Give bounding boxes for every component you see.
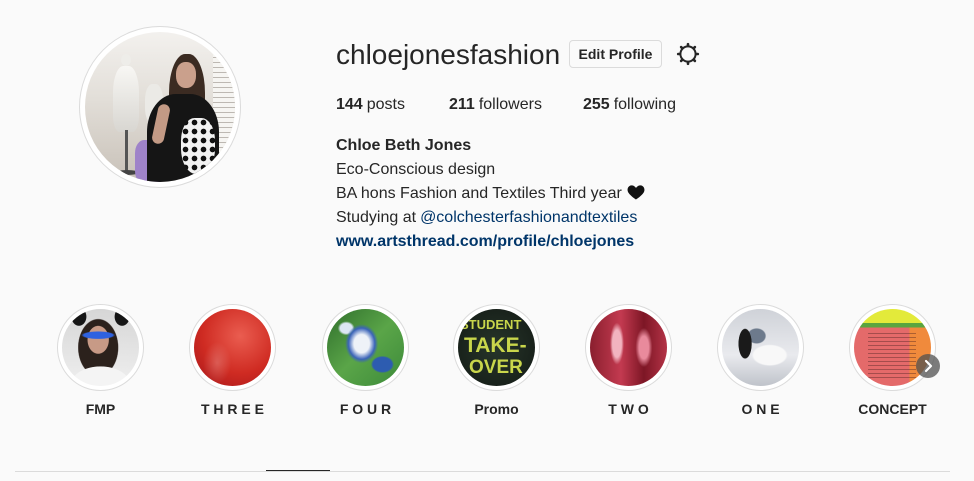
bio-line-2-text: BA hons Fashion and Textiles Third year	[336, 185, 622, 202]
posts-count: 144	[336, 96, 363, 113]
profile-username: chloejonesfashion	[336, 39, 561, 70]
highlight-ring	[717, 304, 804, 391]
website-link[interactable]: www.artsthread.com/profile/chloejones	[336, 230, 634, 254]
avatar-photo-mannequin	[113, 66, 139, 132]
avatar-photo-stand	[125, 130, 128, 174]
highlight-four[interactable]: F O U R	[308, 304, 423, 424]
edit-profile-button[interactable]: Edit Profile	[569, 40, 662, 68]
highlight-ring	[57, 304, 144, 391]
highlight-label: F O U R	[339, 401, 392, 417]
stat-followers[interactable]: 211 followers	[449, 95, 542, 115]
bio-studying-prefix: Studying at	[336, 209, 417, 226]
following-label: following	[613, 96, 676, 113]
highlight-thumbnail-fmp	[62, 309, 139, 386]
highlight-one[interactable]: O N E	[703, 304, 818, 424]
gear-icon[interactable]	[676, 42, 700, 66]
stat-posts: 144 posts	[336, 95, 405, 115]
full-name: Chloe Beth Jones	[336, 137, 472, 154]
highlight-label: O N E	[741, 401, 780, 417]
mention-link[interactable]: @colchesterfashionandtextiles	[420, 209, 637, 226]
highlight-thumbnail-promo: STUDENT TAKE- OVER	[458, 309, 535, 386]
highlight-thumbnail-three	[194, 309, 271, 386]
highlight-thumbnail-two	[590, 309, 667, 386]
bio-line-1: Eco-Conscious design	[336, 161, 496, 178]
highlight-fmp[interactable]: FMP	[43, 304, 158, 424]
tabs-divider	[15, 471, 950, 472]
highlight-ring	[322, 304, 409, 391]
chevron-right-icon	[924, 359, 933, 373]
stat-following[interactable]: 255 following	[583, 95, 676, 115]
posts-label: posts	[366, 96, 405, 113]
highlight-label: T W O	[608, 401, 649, 417]
highlight-ring: STUDENT TAKE- OVER	[453, 304, 540, 391]
avatar-photo-mannequin-head	[121, 54, 131, 66]
highlight-thumbnail-four	[327, 309, 404, 386]
followers-label: followers	[478, 96, 542, 113]
following-count: 255	[583, 96, 610, 113]
bio-line-2: BA hons Fashion and Textiles Third year	[336, 182, 646, 206]
highlights-next-button[interactable]	[916, 354, 940, 378]
avatar-photo-spotted-bag	[181, 118, 215, 174]
promo-cover-text: OVER	[469, 357, 523, 378]
highlight-promo[interactable]: STUDENT TAKE- OVER Promo	[439, 304, 554, 424]
highlight-label: CONCEPT	[858, 401, 927, 417]
highlight-thumbnail-one	[722, 309, 799, 386]
highlight-label: T H R E E	[200, 401, 264, 417]
highlight-label: FMP	[85, 401, 116, 417]
highlight-three[interactable]: T H R E E	[175, 304, 290, 424]
bio-line-3: Studying at @colchesterfashionandtextiles	[336, 206, 637, 230]
active-tab-indicator	[266, 470, 330, 471]
highlight-two[interactable]: T W O	[571, 304, 686, 424]
highlight-ring	[585, 304, 672, 391]
concept-thumbnail-text-block	[868, 333, 916, 379]
avatar-photo	[85, 32, 235, 182]
highlight-label: Promo	[474, 401, 519, 417]
promo-cover-text: TAKE-	[464, 334, 527, 357]
followers-count: 211	[449, 96, 475, 113]
highlight-ring	[189, 304, 276, 391]
avatar-photo-face	[176, 62, 196, 88]
promo-cover-text: STUDENT	[460, 317, 522, 332]
profile-avatar[interactable]	[79, 26, 241, 188]
black-heart-icon	[627, 185, 645, 200]
